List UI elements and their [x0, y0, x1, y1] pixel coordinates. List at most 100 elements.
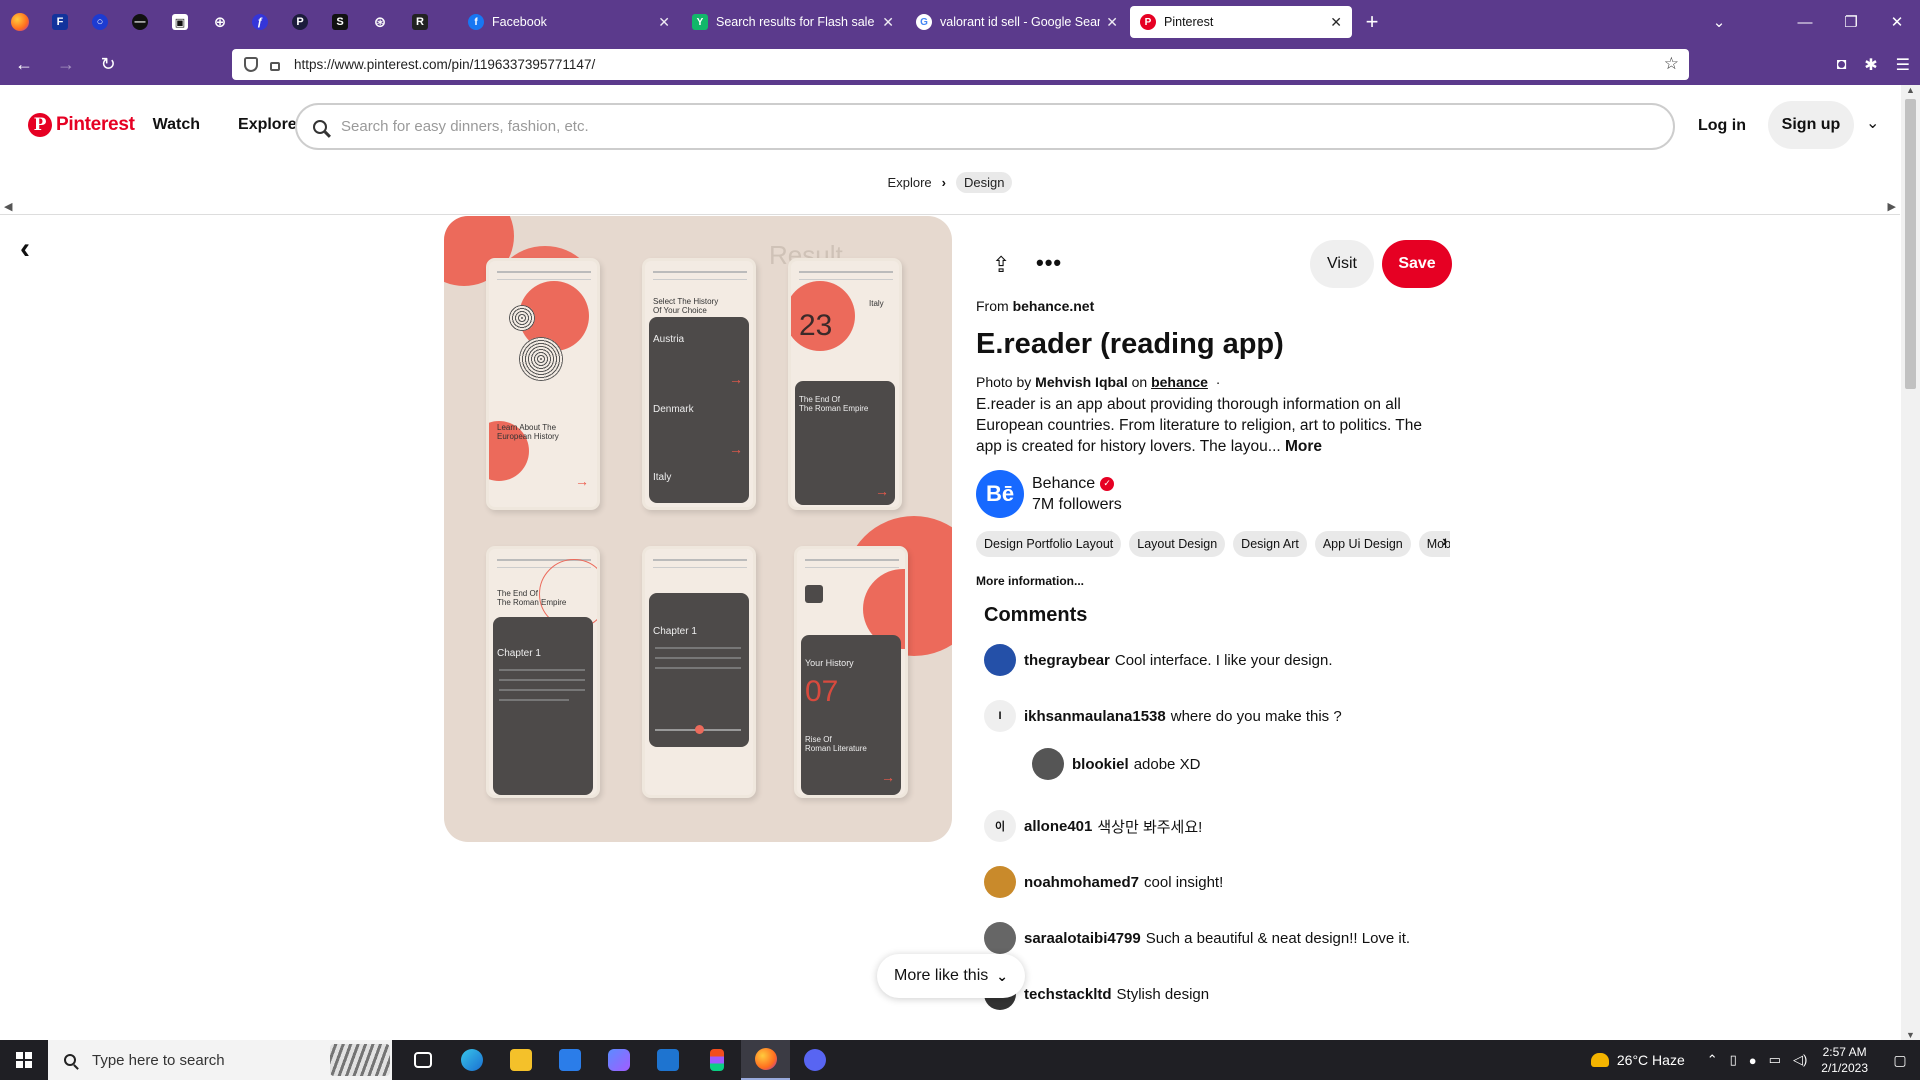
breadcrumb-explore[interactable]: Explore: [888, 175, 932, 190]
clock[interactable]: 2:57 AM 2/1/2023: [1821, 1044, 1868, 1076]
extensions-icon[interactable]: ✱: [1864, 55, 1877, 75]
store-icon[interactable]: [545, 1040, 594, 1080]
firefox-menu-icon[interactable]: [0, 0, 40, 44]
avatar[interactable]: I: [984, 700, 1016, 732]
pinned-tab[interactable]: ▣: [160, 0, 200, 44]
restore-button[interactable]: ❐: [1828, 13, 1874, 31]
behance-avatar[interactable]: Bē: [976, 470, 1024, 518]
pocket-icon[interactable]: ◘: [1837, 56, 1847, 74]
taskbar-search[interactable]: Type here to search: [48, 1040, 392, 1080]
more-information-link[interactable]: More information...: [976, 574, 1084, 588]
close-window-button[interactable]: ✕: [1874, 13, 1920, 31]
scroll-left-icon[interactable]: ◀: [4, 200, 12, 213]
url-text[interactable]: https://www.pinterest.com/pin/1196337395…: [294, 57, 595, 72]
forward-arrow-icon[interactable]: →: [48, 47, 84, 83]
tag-chip[interactable]: Design Portfolio Layout: [976, 531, 1122, 557]
avatar[interactable]: [1032, 748, 1064, 780]
pin-image[interactable]: Result Learn About The European History …: [444, 216, 952, 842]
comment-user[interactable]: blookiel: [1072, 756, 1129, 773]
tab-facebook[interactable]: f Facebook ✕: [458, 6, 680, 38]
tag-chip[interactable]: Layout Design: [1129, 531, 1226, 557]
chevron-up-icon[interactable]: ⌃: [1707, 1052, 1718, 1068]
new-tab-button[interactable]: +: [1352, 9, 1392, 35]
notification-icon[interactable]: ▢: [1880, 1052, 1920, 1069]
breadcrumb-design[interactable]: Design: [955, 172, 1013, 193]
login-button[interactable]: Log in: [1698, 117, 1746, 135]
app-icon[interactable]: [594, 1040, 643, 1080]
comment-user[interactable]: saraalotaibi4799: [1024, 930, 1141, 947]
minimize-button[interactable]: —: [1782, 14, 1828, 31]
pinned-tab[interactable]: ƒ: [240, 0, 280, 44]
comment-user[interactable]: thegraybear: [1024, 652, 1110, 669]
file-explorer-icon[interactable]: [496, 1040, 545, 1080]
figma-icon[interactable]: [692, 1040, 741, 1080]
pinned-tab[interactable]: —: [120, 0, 160, 44]
pinned-tab[interactable]: P: [280, 0, 320, 44]
pinned-tab[interactable]: R: [400, 0, 440, 44]
comment-user[interactable]: noahmohamed7: [1024, 874, 1139, 891]
close-icon[interactable]: ✕: [1106, 14, 1118, 31]
edge-icon[interactable]: [447, 1040, 496, 1080]
close-icon[interactable]: ✕: [882, 14, 894, 31]
start-button[interactable]: [0, 1040, 48, 1080]
creator-profile[interactable]: Bē Behance ✓ 7M followers: [976, 470, 1122, 518]
pinned-tab[interactable]: S: [320, 0, 360, 44]
creator-name[interactable]: Behance: [1032, 475, 1095, 493]
url-bar[interactable]: https://www.pinterest.com/pin/1196337395…: [232, 49, 1689, 80]
signup-button[interactable]: Sign up: [1768, 101, 1854, 149]
back-chevron-icon[interactable]: ‹: [20, 232, 30, 266]
photographer-link[interactable]: Mehvish Iqbal: [1035, 374, 1128, 390]
tab-google-search[interactable]: G valorant id sell - Google Search ✕: [906, 6, 1128, 38]
microphone-icon[interactable]: ●: [1749, 1053, 1757, 1068]
bookmark-star-icon[interactable]: ☆: [1664, 54, 1679, 74]
firefox-icon[interactable]: [741, 1040, 790, 1080]
avatar[interactable]: [984, 644, 1016, 676]
tag-chip[interactable]: App Ui Design: [1314, 531, 1411, 557]
close-icon[interactable]: ✕: [1330, 14, 1342, 31]
scroll-up-icon[interactable]: ▲: [1906, 85, 1915, 95]
nav-explore[interactable]: Explore: [238, 116, 297, 134]
scroll-down-icon[interactable]: ▼: [1906, 1030, 1915, 1040]
tab-pinterest[interactable]: P Pinterest ✕: [1130, 6, 1352, 38]
more-link[interactable]: More: [1285, 438, 1322, 455]
tab-list-chevron-icon[interactable]: ⌄: [1696, 13, 1742, 31]
pinned-tab[interactable]: F: [40, 0, 80, 44]
share-icon[interactable]: ⇪: [992, 252, 1010, 278]
globe-icon[interactable]: ⊛: [360, 0, 400, 44]
back-arrow-icon[interactable]: ←: [6, 47, 42, 83]
avatar[interactable]: [984, 866, 1016, 898]
reload-icon[interactable]: ↻: [90, 47, 126, 83]
scroll-right-icon[interactable]: ▶: [1888, 200, 1896, 213]
save-button[interactable]: Save: [1382, 240, 1452, 288]
more-like-this-button[interactable]: More like this ⌄: [877, 954, 1025, 998]
mail-icon[interactable]: [643, 1040, 692, 1080]
volume-icon[interactable]: ◁): [1793, 1052, 1807, 1068]
search-input[interactable]: [341, 118, 1673, 135]
more-options-icon[interactable]: •••: [1036, 250, 1062, 276]
menu-icon[interactable]: ☰: [1896, 55, 1910, 75]
search-bar[interactable]: [295, 103, 1675, 150]
avatar[interactable]: 이: [984, 810, 1016, 842]
lock-icon[interactable]: [270, 62, 280, 71]
tab-flash-sale[interactable]: Y Search results for Flash sale - Fl ✕: [682, 6, 904, 38]
avatar[interactable]: [984, 922, 1016, 954]
pinterest-logo[interactable]: P Pinterest: [28, 113, 135, 137]
discord-icon[interactable]: [790, 1040, 839, 1080]
comment-user[interactable]: allone401: [1024, 818, 1092, 835]
task-view-icon[interactable]: [398, 1040, 447, 1080]
shield-icon[interactable]: [244, 57, 258, 72]
globe-icon[interactable]: ⊕: [200, 0, 240, 44]
tag-chip[interactable]: Design Art: [1233, 531, 1307, 557]
weather-widget[interactable]: 26°C Haze: [1590, 1052, 1685, 1068]
scrollbar-thumb[interactable]: [1905, 99, 1916, 389]
behance-link[interactable]: behance: [1151, 374, 1208, 390]
comment-user[interactable]: techstackltd: [1024, 986, 1112, 1003]
device-icon[interactable]: ▯: [1730, 1052, 1737, 1068]
chevron-down-icon[interactable]: ⌄: [1866, 113, 1879, 133]
vertical-scrollbar[interactable]: ▲ ▼: [1901, 85, 1920, 1040]
close-icon[interactable]: ✕: [658, 14, 670, 31]
visit-button[interactable]: Visit: [1310, 240, 1374, 288]
chevron-right-icon[interactable]: ›: [1442, 533, 1447, 551]
comment-user[interactable]: ikhsanmaulana1538: [1024, 708, 1166, 725]
source-link[interactable]: behance.net: [1013, 298, 1095, 314]
